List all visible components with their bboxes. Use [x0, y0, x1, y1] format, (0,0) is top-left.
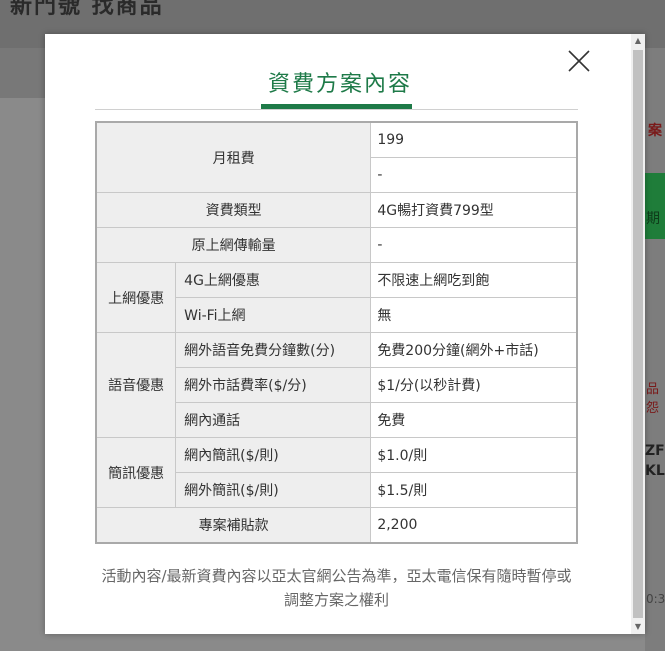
title-underline: [261, 104, 412, 109]
table-row: 簡訊優惠 網內簡訊($/則) $1.0/則: [95, 437, 578, 508]
row-label: 網外市話費率($/分): [175, 367, 372, 403]
row-value: 不限速上網吃到飽: [370, 262, 578, 298]
group-label: 上網優惠: [95, 262, 177, 333]
row-label: 網內簡訊($/則): [175, 437, 372, 473]
row-value: 免費: [370, 402, 578, 438]
background-fragment: 品怨: [646, 382, 660, 416]
row-value: 免費200分鐘(網外+市話): [370, 332, 578, 368]
background-fragment: 期: [646, 211, 660, 227]
background-fragment: 案: [648, 123, 662, 139]
table-row: 上網優惠 4G上網優惠 不限速上網吃到飽: [95, 262, 578, 333]
row-value: $1.5/則: [370, 472, 578, 508]
row-label: 月租費: [95, 121, 372, 193]
row-label: 網外簡訊($/則): [175, 472, 372, 508]
table-row: 專案補貼款 2,200: [95, 507, 578, 544]
scroll-up-arrow-icon[interactable]: ▲: [631, 34, 645, 48]
row-label: 專案補貼款: [95, 507, 372, 544]
row-label: Wi-Fi上網: [175, 297, 372, 333]
scroll-thumb[interactable]: [633, 50, 643, 618]
modal-title: 資費方案內容: [267, 72, 412, 97]
modal-scrollbar[interactable]: ▲ ▼: [631, 34, 645, 634]
row-value: 4G暢打資費799型: [370, 192, 578, 228]
table-row: 原上網傳輸量 -: [95, 227, 578, 263]
background-fragment: 0:3: [646, 592, 665, 606]
background-fragment: ZF: [645, 443, 665, 459]
row-value: 2,200: [370, 507, 578, 544]
table-row: 語音優惠 網外語音免費分鐘數(分) 免費200分鐘(網外+市話): [95, 332, 578, 438]
row-label: 4G上網優惠: [175, 262, 372, 298]
background-nav-text: 新門號 找商品: [10, 0, 164, 19]
row-value: $1/分(以秒計費): [370, 367, 578, 403]
table-row: 月租費 199: [95, 121, 578, 193]
disclaimer-note: 活動內容/最新資費內容以亞太官網公告為準，亞太電信保有隨時暫停或調整方案之權利: [101, 567, 572, 609]
row-label: 原上網傳輸量: [95, 227, 372, 263]
row-label: 網外語音免費分鐘數(分): [175, 332, 372, 368]
group-label: 簡訊優惠: [95, 437, 177, 508]
group-label: 語音優惠: [95, 332, 177, 438]
background-fragment: KL: [645, 463, 665, 479]
table-row: 資費類型 4G暢打資費799型: [95, 192, 578, 228]
background-shape: [0, 48, 46, 98]
row-label: 資費類型: [95, 192, 372, 228]
scroll-down-arrow-icon[interactable]: ▼: [631, 620, 645, 634]
row-label: 網內通話: [175, 402, 372, 438]
background-green-button: [643, 173, 665, 239]
row-value: 無: [370, 297, 578, 333]
row-value: 199: [370, 121, 578, 158]
plan-details-table: 月租費 199 - 資費類型 4G暢打資費799型 原上網傳輸量 - 上網優惠 …: [95, 121, 578, 544]
row-value: $1.0/則: [370, 437, 578, 473]
title-divider: [95, 109, 578, 110]
row-value: -: [370, 227, 578, 263]
row-value: -: [370, 157, 578, 193]
